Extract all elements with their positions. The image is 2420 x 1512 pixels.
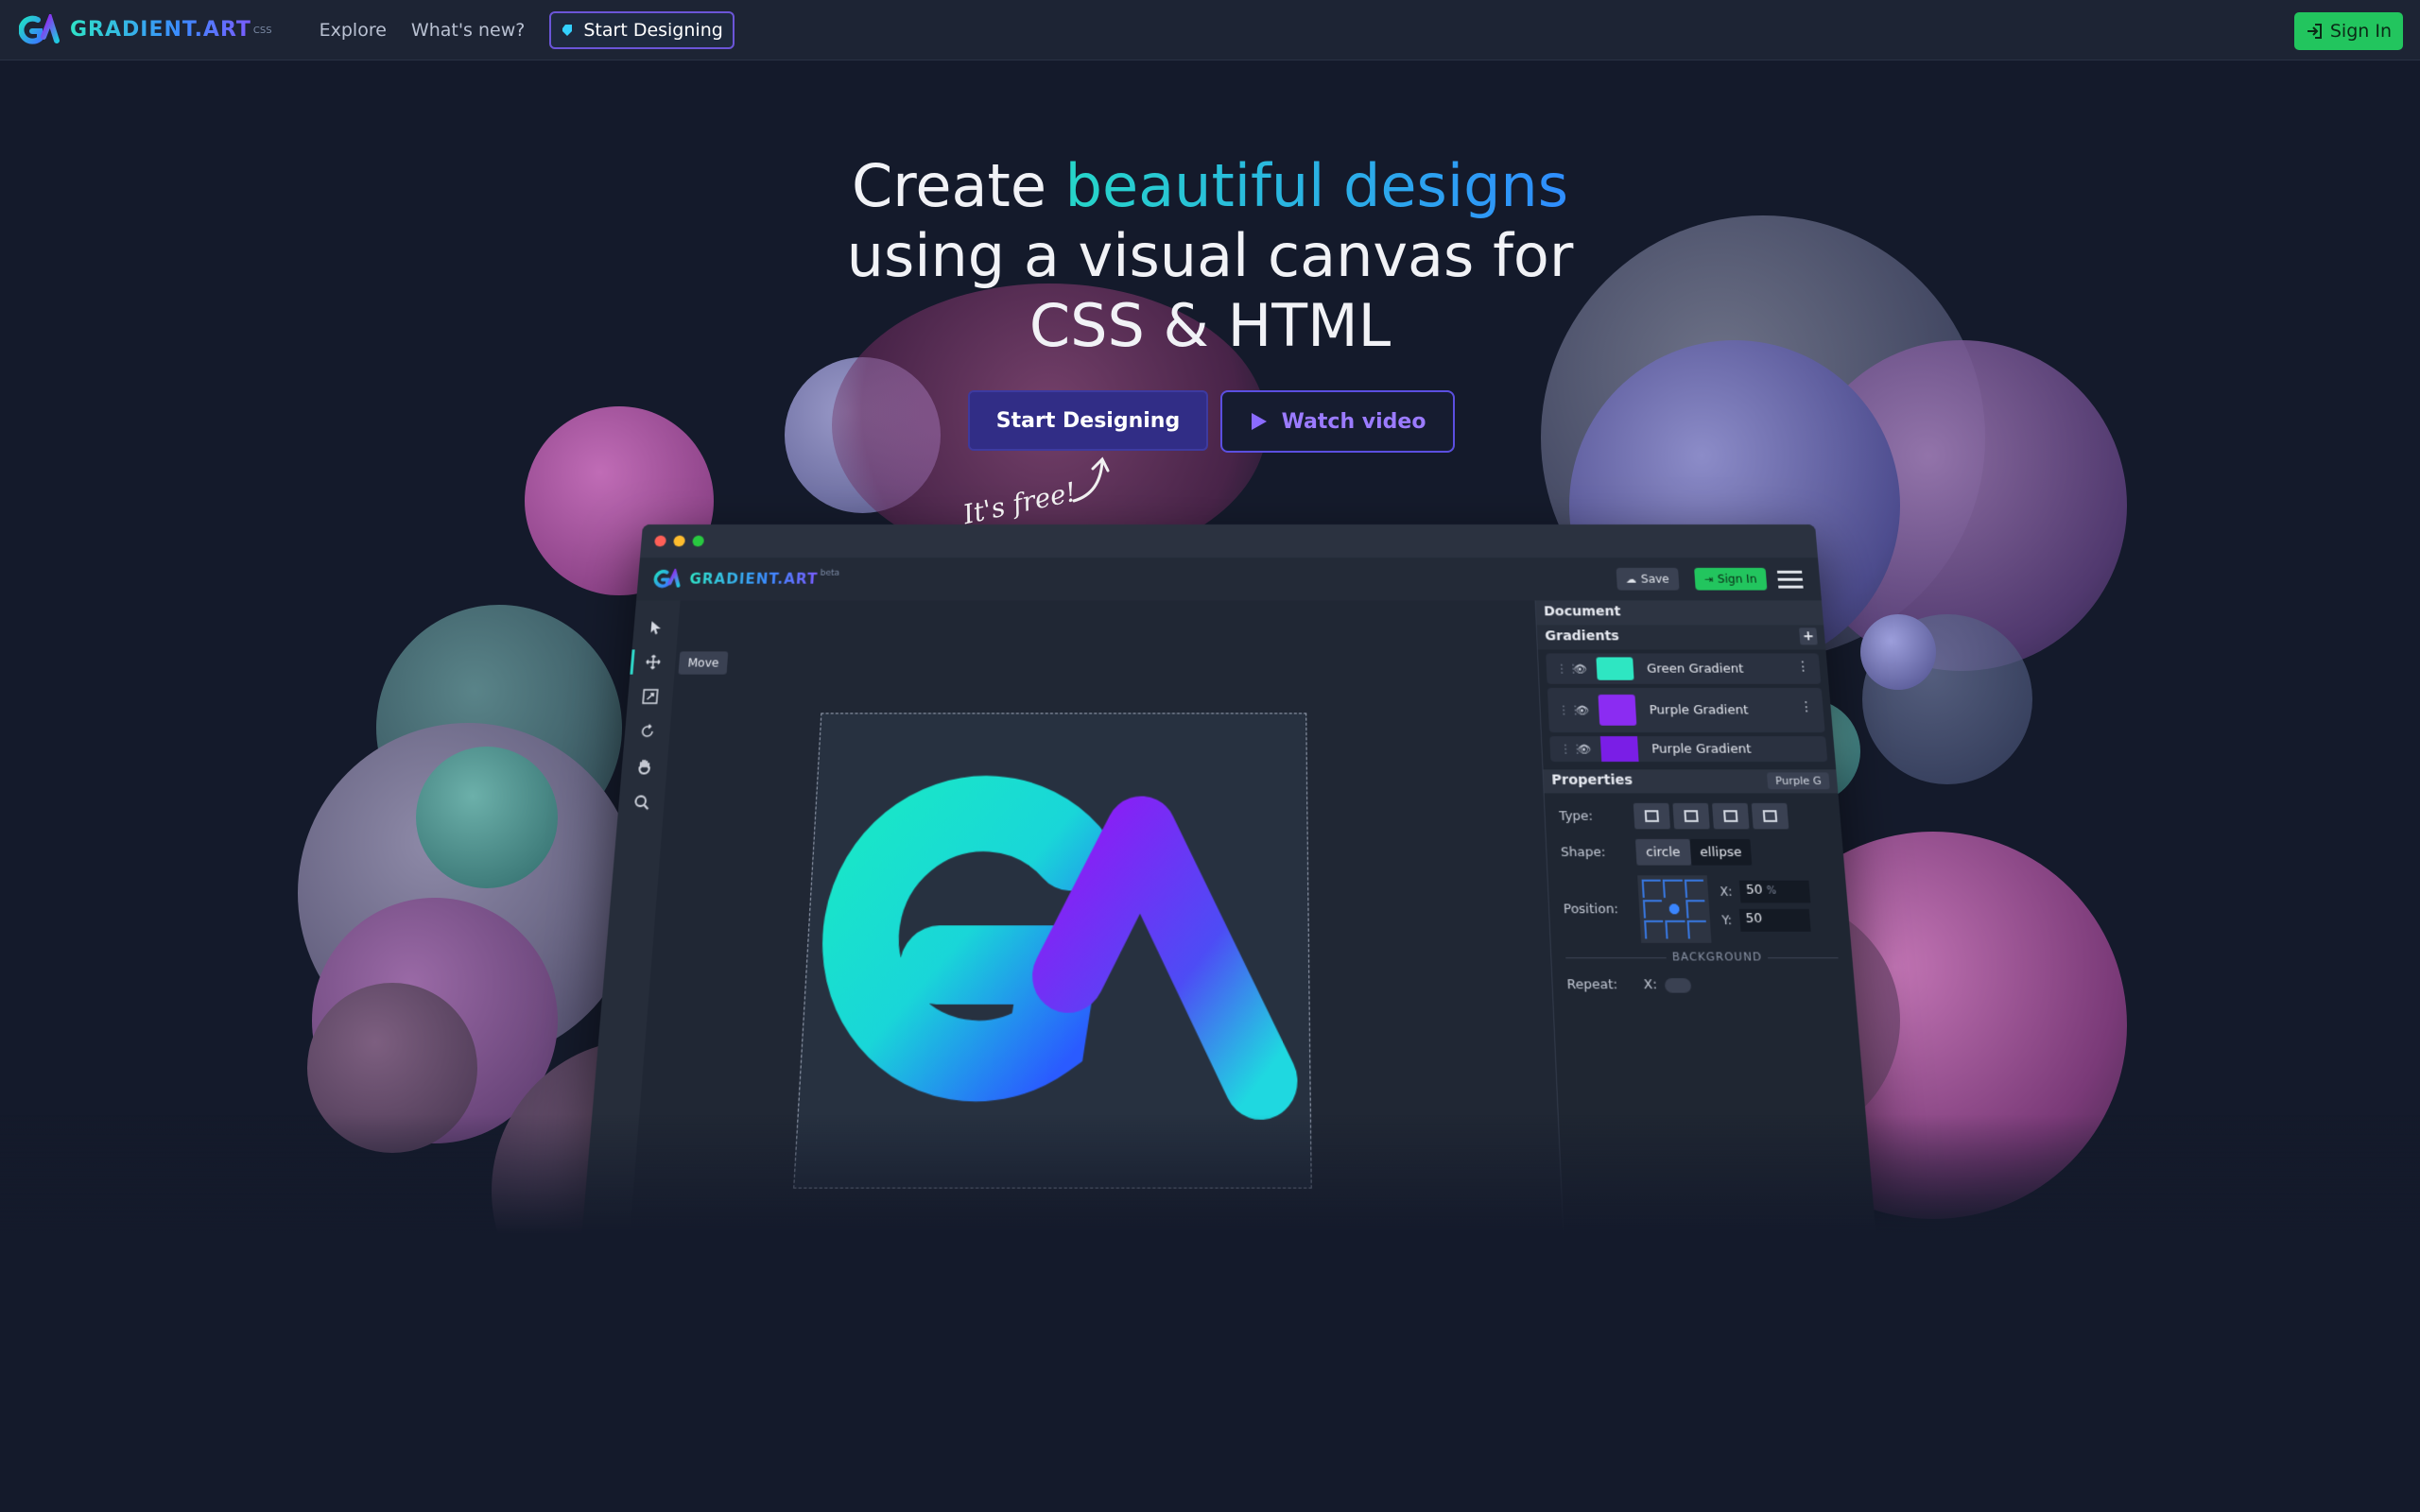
hamburger-menu-icon[interactable]: [1776, 570, 1804, 593]
background-divider: BACKGROUND: [1565, 950, 1839, 964]
hand-tool-icon[interactable]: [631, 754, 658, 780]
gem-icon: [562, 24, 573, 36]
position-grid[interactable]: [1637, 875, 1712, 943]
start-designing-button[interactable]: Start Designing: [968, 390, 1208, 451]
move-tool-icon[interactable]: [640, 649, 667, 674]
x-unit: %: [1766, 885, 1777, 897]
play-icon: [1251, 413, 1267, 430]
position-label: Position:: [1563, 901, 1619, 918]
hero-line1-plain: Create: [851, 151, 1065, 220]
watch-video-button[interactable]: Watch video: [1220, 390, 1455, 453]
close-dot-icon: [654, 535, 667, 547]
rotate-tool-icon[interactable]: [633, 719, 661, 745]
nav-link-whats-new[interactable]: What's new?: [411, 20, 525, 41]
repeat-x-label: X:: [1643, 977, 1658, 993]
panel-document-header: Document: [1535, 600, 1824, 626]
shape-row: Shape: circle ellipse: [1546, 829, 1844, 866]
minimize-dot-icon: [673, 535, 686, 547]
nav-link-explore[interactable]: Explore: [320, 20, 387, 41]
mock-signin-button[interactable]: ⇥ Sign In: [1693, 567, 1768, 591]
properties-label: Properties: [1550, 772, 1634, 789]
brand[interactable]: GRADIENT.ART CSS: [19, 13, 272, 46]
drag-handle-icon[interactable]: ⋮⋮: [1560, 742, 1583, 755]
shape-label: Shape:: [1560, 844, 1606, 860]
hero-headline: Create beautiful designs using a visual …: [737, 151, 1683, 361]
properties-header: Properties Purple G: [1543, 769, 1839, 794]
repeat-x-toggle[interactable]: [1665, 977, 1692, 993]
type-linear-button[interactable]: [1633, 802, 1670, 830]
resize-tool-icon[interactable]: [636, 684, 664, 710]
shape-ellipse-button[interactable]: ellipse: [1689, 838, 1753, 866]
eye-icon[interactable]: 👁: [1575, 704, 1589, 716]
gradient-art-logo-icon: [19, 13, 60, 44]
sign-in-icon: [2307, 24, 2322, 39]
hero-line2: using a visual canvas for: [846, 221, 1574, 290]
nav-start-designing-button[interactable]: Start Designing: [549, 10, 735, 49]
gradient-swatch: [1598, 695, 1637, 726]
gradient-label: Purple Gradient: [1651, 741, 1752, 757]
gradient-list-item[interactable]: ⋮⋮ 👁 Purple Gradient ⋮: [1547, 687, 1825, 732]
type-conic-button[interactable]: [1712, 802, 1750, 830]
hero-line1-accent: beautiful designs: [1064, 151, 1569, 220]
mock-signin-label: Sign In: [1717, 572, 1757, 586]
gradient-art-logo-icon: [652, 569, 683, 590]
watch-video-label: Watch video: [1281, 409, 1426, 434]
type-label: Type:: [1558, 808, 1594, 824]
zoom-tool-icon[interactable]: [628, 789, 655, 815]
cloud-icon: ☁: [1625, 573, 1637, 586]
x-input[interactable]: 50 %: [1739, 880, 1811, 903]
gradient-list-item[interactable]: ⋮⋮ 👁 Green Gradient ⋮: [1546, 653, 1822, 684]
drag-handle-icon[interactable]: ⋮⋮: [1558, 703, 1582, 716]
decor-sphere: [416, 747, 558, 888]
y-input[interactable]: 50: [1738, 908, 1811, 932]
gradient-swatch: [1596, 657, 1634, 680]
mock-brand-sup: beta: [820, 568, 840, 578]
mock-save-label: Save: [1640, 572, 1670, 586]
background-label: BACKGROUND: [1666, 950, 1769, 964]
brand-sup: CSS: [252, 25, 272, 36]
y-label: Y:: [1721, 913, 1733, 928]
brand-name: GRADIENT.ART: [70, 18, 251, 42]
mock-header: GRADIENT.ART beta ☁ Save ⇥ Sign In: [636, 558, 1822, 601]
nav-signin-button[interactable]: Sign In: [2293, 12, 2403, 50]
mock-titlebar: [639, 524, 1819, 558]
select-tool-icon[interactable]: [643, 615, 670, 640]
more-vertical-icon[interactable]: ⋮: [1799, 699, 1814, 714]
type-row: Type:: [1545, 793, 1841, 830]
gradient-swatch: [1599, 736, 1639, 763]
gradient-label: Green Gradient: [1646, 662, 1744, 677]
more-vertical-icon[interactable]: ⋮: [1796, 659, 1811, 674]
position-row: Position: X: 50 % Y: 50: [1547, 866, 1851, 943]
top-nav: GRADIENT.ART CSS Explore What's new? Sta…: [0, 0, 2420, 60]
mock-brand-name: GRADIENT.ART: [688, 570, 819, 588]
gradient-label: Purple Gradient: [1649, 702, 1749, 718]
add-gradient-plus-icon[interactable]: +: [1798, 627, 1818, 645]
maximize-dot-icon: [692, 535, 705, 547]
hero-line3: CSS & HTML: [1028, 291, 1392, 360]
mock-brand[interactable]: GRADIENT.ART beta: [652, 568, 840, 590]
panel-gradients-label: Gradients: [1545, 628, 1620, 644]
shape-circle-button[interactable]: circle: [1634, 838, 1691, 866]
nav-signin-label: Sign In: [2329, 21, 2392, 42]
type-radial-button[interactable]: [1672, 802, 1710, 830]
x-value: 50: [1745, 882, 1764, 899]
panel-gradients-header: Gradients +: [1536, 625, 1826, 650]
gradient-list-item[interactable]: ⋮⋮ 👁 Purple Gradient: [1549, 736, 1828, 763]
move-tooltip: Move: [678, 651, 729, 675]
mock-save-button[interactable]: ☁ Save: [1616, 567, 1680, 591]
sign-in-icon: ⇥: [1703, 573, 1714, 586]
eye-icon[interactable]: 👁: [1577, 743, 1591, 755]
eye-icon[interactable]: 👁: [1573, 662, 1587, 675]
x-label: X:: [1720, 885, 1733, 900]
bottom-fade: [0, 1115, 2420, 1512]
repeat-label: Repeat:: [1566, 977, 1618, 993]
drag-handle-icon[interactable]: ⋮⋮: [1556, 662, 1580, 676]
properties-tag: Purple G: [1767, 772, 1830, 790]
nav-start-label: Start Designing: [583, 19, 723, 41]
type-image-button[interactable]: [1751, 802, 1789, 830]
position-xy: X: 50 % Y: 50: [1720, 880, 1814, 938]
